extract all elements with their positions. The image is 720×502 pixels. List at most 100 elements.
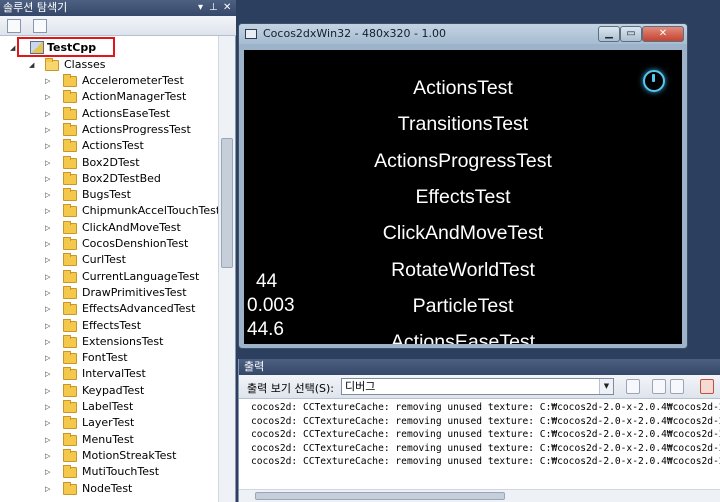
tree-item[interactable]: ▷ LabelTest: [0, 399, 218, 415]
maximize-button[interactable]: ▭: [620, 26, 642, 42]
folder-icon: [63, 139, 77, 153]
tree-item[interactable]: ▷ ActionsEaseTest: [0, 106, 218, 122]
expand-arrow-icon[interactable]: ▷: [45, 399, 50, 415]
tree-item[interactable]: ▷ MotionStreakTest: [0, 448, 218, 464]
scroll-thumb[interactable]: [255, 492, 505, 500]
tree-item-label: EffectsAdvancedTest: [82, 302, 196, 316]
properties-icon[interactable]: [7, 19, 21, 33]
tree-item[interactable]: ▷ ActionsTest: [0, 138, 218, 154]
tree-item[interactable]: ▷ EffectsAdvancedTest: [0, 301, 218, 317]
expand-arrow-icon[interactable]: ▷: [45, 464, 50, 480]
expand-arrow-icon[interactable]: ▷: [45, 122, 50, 138]
find-message-icon[interactable]: [626, 379, 640, 394]
output-title-bar: 출력: [239, 359, 720, 375]
expand-arrow-icon[interactable]: ▷: [45, 432, 50, 448]
menu-item-test[interactable]: ParticleTest: [244, 295, 682, 318]
next-message-icon[interactable]: [670, 379, 684, 394]
tree-item[interactable]: ▷ DrawPrimitivesTest: [0, 285, 218, 301]
solution-explorer-scrollbar[interactable]: [218, 36, 235, 502]
expand-arrow-icon[interactable]: ▷: [45, 220, 50, 236]
tree-item-label: BugsTest: [82, 188, 131, 202]
expand-arrow-icon[interactable]: ▷: [45, 203, 50, 219]
tree-item[interactable]: ▷ ActionsProgressTest: [0, 122, 218, 138]
fps-stat: 44: [256, 271, 278, 292]
tree-item[interactable]: ▷ MutiTouchTest: [0, 464, 218, 480]
cocos-window: Cocos2dxWin32 - 480x320 - 1.00 ▁ ▭ ✕ Act…: [238, 23, 688, 349]
expand-arrow-icon[interactable]: ▷: [45, 366, 50, 382]
output-hscrollbar[interactable]: [239, 489, 720, 502]
chevron-down-icon[interactable]: ▼: [599, 379, 613, 394]
tree-item[interactable]: ▷ ExtensionsTest: [0, 334, 218, 350]
scroll-thumb[interactable]: [221, 138, 233, 268]
expand-arrow-icon[interactable]: ▷: [45, 252, 50, 268]
menu-item-test[interactable]: TransitionsTest: [244, 113, 682, 136]
folder-icon: [63, 74, 77, 87]
expand-arrow-icon[interactable]: ▷: [45, 285, 50, 301]
tree-item-label: MutiTouchTest: [82, 465, 160, 479]
menu-item-test[interactable]: ActionsProgressTest: [244, 150, 682, 173]
expand-arrow-icon[interactable]: ▷: [45, 318, 50, 334]
tree-item[interactable]: ▷ AccelerometerTest: [0, 73, 218, 89]
expand-arrow-icon[interactable]: ▷: [45, 334, 50, 350]
tree-item[interactable]: ▷ ChipmunkAccelTouchTest: [0, 203, 218, 219]
project-icon: [30, 41, 44, 54]
expand-arrow-icon[interactable]: ▷: [45, 383, 50, 399]
power-icon[interactable]: [643, 70, 665, 92]
panel-menu-icon[interactable]: ▾: [198, 0, 203, 16]
tree-item[interactable]: ▷ Box2DTestBed: [0, 171, 218, 187]
clear-all-icon[interactable]: [700, 379, 714, 394]
tree-item[interactable]: ▷ KeypadTest: [0, 383, 218, 399]
tree-item[interactable]: ▷ NodeTest: [0, 481, 218, 497]
folder-open-icon: [45, 58, 59, 71]
tree-item[interactable]: ▷ MenuTest: [0, 432, 218, 448]
expand-arrow-icon[interactable]: ▷: [45, 138, 50, 154]
tree-item[interactable]: ▷ LayerTest: [0, 415, 218, 431]
menu-item-test[interactable]: ActionsEaseTest: [244, 331, 682, 344]
tree-item-label: CurrentLanguageTest: [82, 269, 200, 283]
tree-item[interactable]: ▷ EffectsTest: [0, 318, 218, 334]
menu-item-test[interactable]: EffectsTest: [244, 186, 682, 209]
expand-arrow-icon[interactable]: ▷: [45, 73, 50, 89]
window-close-button[interactable]: ✕: [642, 26, 684, 42]
tree-item[interactable]: ▷ ClickAndMoveTest: [0, 220, 218, 236]
expand-arrow-icon[interactable]: ▷: [45, 269, 50, 285]
menu-item-test[interactable]: RotateWorldTest: [244, 259, 682, 282]
tree-item[interactable]: ▷ BugsTest: [0, 187, 218, 203]
expand-arrow-icon[interactable]: ▷: [45, 171, 50, 187]
output-source-select[interactable]: 디버그 ▼: [341, 378, 614, 395]
menu-item-test[interactable]: ClickAndMoveTest: [244, 222, 682, 245]
expand-arrow-icon[interactable]: ▷: [45, 155, 50, 171]
tree-item[interactable]: ▷ IntervalTest: [0, 366, 218, 382]
folder-icon: [63, 334, 77, 348]
close-icon[interactable]: ✕: [223, 0, 231, 16]
expand-arrow-icon[interactable]: ▷: [45, 187, 50, 203]
tree-item[interactable]: ▷ FontTest: [0, 350, 218, 366]
expand-arrow-icon[interactable]: ▷: [45, 301, 50, 317]
expand-arrow-icon[interactable]: ▷: [45, 106, 50, 122]
folder-icon: [63, 383, 77, 397]
expand-arrow-icon[interactable]: ▷: [45, 236, 50, 252]
expand-arrow-icon[interactable]: ▷: [45, 448, 50, 464]
expand-arrow-icon[interactable]: ▷: [45, 481, 50, 497]
folder-icon: [63, 155, 77, 169]
expand-arrow-icon[interactable]: ▷: [45, 350, 50, 366]
expand-arrow-icon[interactable]: ▷: [45, 415, 50, 431]
pin-icon[interactable]: ⊥: [209, 0, 218, 16]
menu-item-test[interactable]: ActionsTest: [244, 77, 682, 100]
tree-item[interactable]: ▷ CocosDenshionTest: [0, 236, 218, 252]
tree-item[interactable]: ▷ ActionManagerTest: [0, 89, 218, 105]
tree-item[interactable]: ▷ CurlTest: [0, 252, 218, 268]
tree-item-label: MenuTest: [82, 432, 134, 446]
expand-arrow-icon[interactable]: ▷: [45, 89, 50, 105]
folder-icon: [63, 465, 77, 479]
show-all-files-icon[interactable]: [33, 19, 47, 33]
expand-arrow-icon[interactable]: ◢: [29, 57, 34, 73]
tree-classes-row[interactable]: ◢ Classes: [0, 57, 218, 73]
cocos-game-view[interactable]: ActionsTest TransitionsTest ActionsProgres…: [244, 50, 682, 344]
expand-arrow-icon[interactable]: ◢: [10, 40, 15, 56]
cocos-title-bar[interactable]: Cocos2dxWin32 - 480x320 - 1.00 ▁ ▭ ✕: [239, 24, 687, 44]
tree-item[interactable]: ▷ CurrentLanguageTest: [0, 269, 218, 285]
prev-message-icon[interactable]: [652, 379, 666, 394]
tree-item[interactable]: ▷ Box2DTest: [0, 155, 218, 171]
minimize-button[interactable]: ▁: [598, 26, 620, 42]
